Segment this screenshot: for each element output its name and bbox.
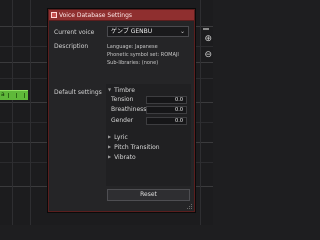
dialog-titlebar[interactable]: Voice Database Settings [49,10,194,21]
timbre-group-label: Timbre [114,87,135,94]
pitch-transition-group-label: Pitch Transition [114,144,160,151]
triangle-right-icon: ▶ [108,154,112,159]
note-lyric: a [1,91,5,98]
timbre-group[interactable]: ▼ Timbre [108,87,135,94]
lyric-group-label: Lyric [114,134,128,141]
default-settings-panel: ▼ Timbre Tension 0.0 Breathiness 0.0 Gend… [106,84,191,186]
description-phonetic: Phonetic symbol set: ROMAJI [107,52,179,58]
gender-label: Gender [111,117,134,124]
gender-input[interactable]: 0.0 [146,117,187,125]
reset-button[interactable]: Reset [107,189,190,201]
triangle-down-icon: ▼ [108,87,112,92]
pitch-transition-group[interactable]: ▶ Pitch Transition [108,144,160,151]
lyric-group[interactable]: ▶ Lyric [108,134,128,141]
resize-grip-icon[interactable] [187,204,193,210]
vibrato-group-label: Vibrato [114,154,136,161]
tension-input[interactable]: 0.0 [146,96,187,104]
expand-icon[interactable]: ⊕ [204,34,212,44]
voice-database-settings-dialog: Voice Database Settings Current voice ゲン… [48,9,195,212]
breathiness-label: Breathiness [111,106,147,113]
collapse-icon[interactable]: ⊖ [204,50,212,60]
description-language: Language: Japanese [107,44,158,50]
gender-value: 0.0 [175,118,183,124]
current-voice-value: ゲンブ GENBU [111,28,153,35]
default-settings-label: Default settings [54,89,102,96]
app-icon [51,12,57,18]
scroll-marker [203,28,209,30]
triangle-right-icon: ▶ [108,134,112,139]
tension-value: 0.0 [175,97,183,103]
grid-line [12,0,13,225]
dialog-title: Voice Database Settings [59,12,133,19]
current-voice-label: Current voice [54,29,95,36]
grid-line [30,0,31,225]
breathiness-value: 0.0 [175,107,183,113]
tension-label: Tension [111,96,134,103]
triangle-right-icon: ▶ [108,144,112,149]
current-voice-select[interactable]: ゲンブ GENBU ⌄ [107,26,189,37]
description-label: Description [54,43,89,50]
breathiness-input[interactable]: 0.0 [146,106,187,114]
grid-line [200,0,201,225]
chevron-down-icon: ⌄ [179,28,185,35]
vibrato-group[interactable]: ▶ Vibrato [108,154,136,161]
description-sublibraries: Sub-libraries: (none) [107,60,159,66]
